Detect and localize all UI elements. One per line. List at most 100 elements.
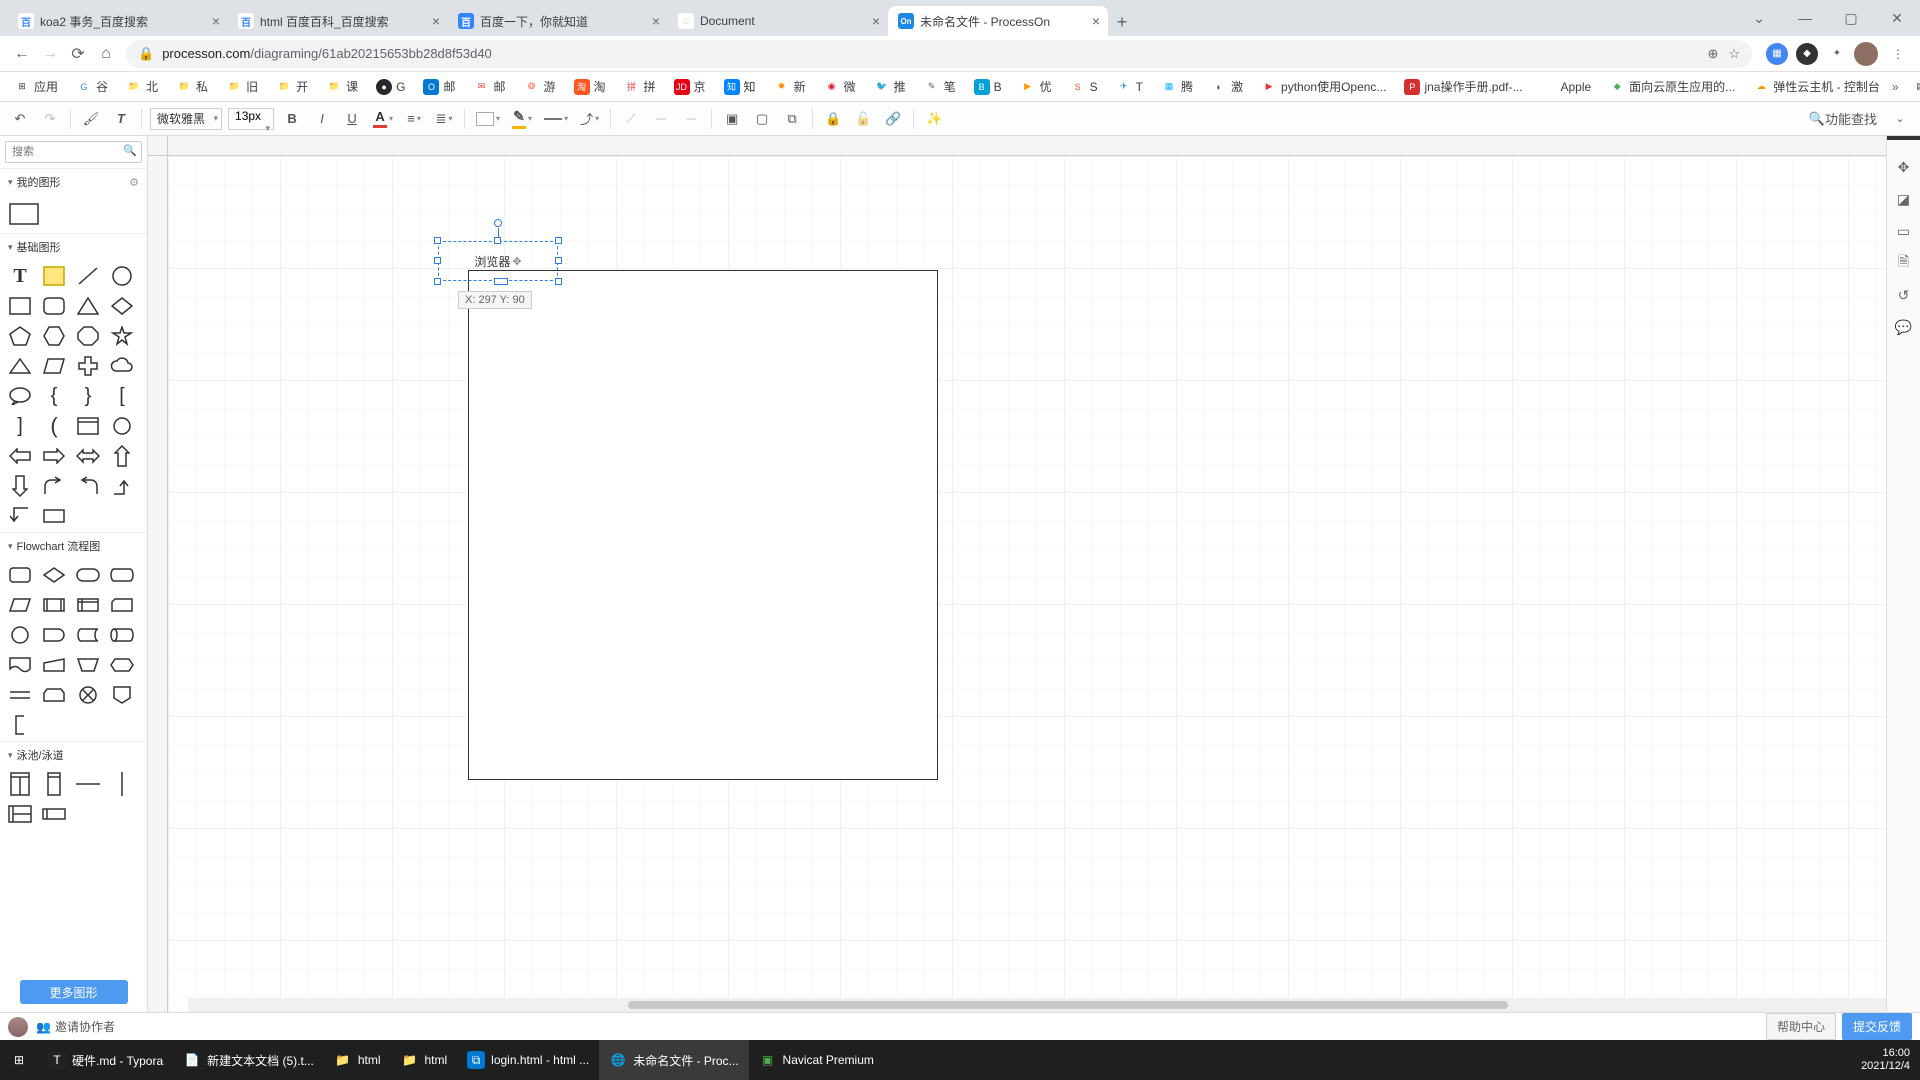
shape-merge[interactable] bbox=[6, 683, 34, 707]
browser-tab[interactable]: 百html 百度百科_百度搜索× bbox=[228, 6, 448, 36]
bookmark-folder[interactable]: 📁课 bbox=[320, 76, 364, 97]
shape-rounded-rect[interactable] bbox=[40, 294, 68, 318]
font-size-select[interactable]: 13px bbox=[228, 108, 274, 130]
clear-format-button[interactable]: T bbox=[109, 107, 133, 131]
bookmark-item[interactable]: ◆面向云原生应用的... bbox=[1603, 76, 1741, 97]
history-icon[interactable]: ↺ bbox=[1893, 284, 1915, 306]
shape-terminator[interactable] bbox=[74, 563, 102, 587]
shape-cylinder-h[interactable] bbox=[108, 414, 136, 438]
forward-button[interactable]: → bbox=[36, 40, 64, 68]
extensions-menu-icon[interactable]: ✦ bbox=[1826, 43, 1848, 65]
shape-container[interactable] bbox=[74, 414, 102, 438]
shape-pool-h[interactable] bbox=[6, 802, 34, 826]
shape-single-rect[interactable] bbox=[40, 504, 68, 528]
shape-pentagon[interactable] bbox=[6, 324, 34, 348]
arrow-end-button[interactable]: ─ bbox=[679, 107, 703, 131]
shape-decision[interactable] bbox=[40, 563, 68, 587]
shape-lane-h[interactable] bbox=[40, 802, 68, 826]
bookmark-folder[interactable]: 📁私 bbox=[170, 76, 214, 97]
group-button[interactable]: ⧉ bbox=[780, 107, 804, 131]
bookmark-folder[interactable]: 📁旧 bbox=[220, 76, 264, 97]
bookmark-item[interactable]: 知知 bbox=[718, 76, 762, 97]
shape-arrow-up[interactable] bbox=[108, 444, 136, 468]
shape-arrow-down[interactable] bbox=[6, 474, 34, 498]
collapse-toolbar-icon[interactable]: ⌄ bbox=[1888, 107, 1912, 131]
comment-icon[interactable]: 💬 bbox=[1893, 316, 1915, 338]
shape-brace-left[interactable]: { bbox=[40, 384, 68, 408]
shape-summing[interactable] bbox=[74, 683, 102, 707]
extension-icon[interactable]: ▦ bbox=[1766, 43, 1788, 65]
close-window-button[interactable]: ✕ bbox=[1874, 0, 1920, 36]
shape-process[interactable] bbox=[6, 563, 34, 587]
shape-pool-v[interactable] bbox=[6, 772, 34, 796]
shape-delay[interactable] bbox=[40, 623, 68, 647]
profile-avatar[interactable] bbox=[1854, 42, 1878, 66]
taskbar-item-active[interactable]: 🌐未命名文件 - Proc... bbox=[599, 1040, 748, 1080]
shape-octagon[interactable] bbox=[74, 324, 102, 348]
shape-diamond[interactable] bbox=[108, 294, 136, 318]
horizontal-scrollbar[interactable] bbox=[188, 998, 1886, 1012]
new-tab-button[interactable]: + bbox=[1108, 8, 1136, 36]
shape-sep-h[interactable] bbox=[74, 772, 102, 796]
connector-style-button[interactable]: ⤴ bbox=[577, 107, 602, 131]
shape-hexagon[interactable] bbox=[40, 324, 68, 348]
shape-document[interactable] bbox=[6, 653, 34, 677]
reload-button[interactable]: ⟳ bbox=[64, 40, 92, 68]
start-button[interactable]: ⊞ bbox=[0, 1040, 38, 1080]
bookmark-star-icon[interactable]: ☆ bbox=[1728, 46, 1740, 62]
bookmark-item[interactable]: 🐦推 bbox=[868, 76, 912, 97]
smart-find-button[interactable]: 🔍 功能查找 bbox=[1806, 107, 1880, 131]
bookmark-item[interactable]: G谷 bbox=[70, 76, 114, 97]
shape-lane-v[interactable] bbox=[40, 772, 68, 796]
shape-connector[interactable] bbox=[6, 623, 34, 647]
bookmark-item[interactable]: ✎笔 bbox=[918, 76, 962, 97]
bookmark-item[interactable]: 淘淘 bbox=[568, 76, 612, 97]
close-icon[interactable]: × bbox=[872, 13, 880, 29]
shape-bracket-right[interactable]: ] bbox=[6, 414, 34, 438]
bookmark-item[interactable]: ▶python使用Openc... bbox=[1255, 76, 1392, 97]
shape-rectangle[interactable] bbox=[468, 270, 938, 780]
font-color-button[interactable]: A bbox=[370, 107, 396, 131]
bookmark-folder[interactable]: 📁开 bbox=[270, 76, 314, 97]
close-icon[interactable]: × bbox=[1092, 13, 1100, 29]
unlock-button[interactable]: 🔓 bbox=[851, 107, 875, 131]
ruler-vertical[interactable] bbox=[148, 156, 168, 1012]
category-my-shapes[interactable]: 我的图形⚙ bbox=[0, 168, 147, 195]
shape-arrow-both[interactable] bbox=[74, 444, 102, 468]
bookmark-item[interactable]: Pjna操作手册.pdf-... bbox=[1398, 76, 1528, 97]
bookmark-item[interactable]: ✈T bbox=[1110, 77, 1149, 97]
bookmark-item[interactable]: SS bbox=[1064, 77, 1104, 97]
system-clock[interactable]: 16:00 2021/12/4 bbox=[1851, 1047, 1920, 1073]
ruler-horizontal[interactable] bbox=[168, 136, 1886, 156]
shape-predefined[interactable] bbox=[40, 593, 68, 617]
shape-sep-v[interactable] bbox=[108, 772, 136, 796]
shape-internal-storage[interactable] bbox=[74, 593, 102, 617]
shape-arrow-right[interactable] bbox=[40, 444, 68, 468]
style-icon[interactable]: ▭ bbox=[1893, 220, 1915, 242]
to-front-button[interactable]: ▣ bbox=[720, 107, 744, 131]
taskbar-item[interactable]: 📁html bbox=[390, 1040, 457, 1080]
shape-trapezoid[interactable] bbox=[6, 354, 34, 378]
taskbar-item[interactable]: ⧉login.html - html ... bbox=[457, 1040, 599, 1080]
shape-circle[interactable] bbox=[108, 264, 136, 288]
bookmark-item[interactable]: ☁弹性云主机 - 控制台 bbox=[1747, 76, 1886, 97]
reading-list-button[interactable]: ▤阅读清单 bbox=[1907, 76, 1920, 97]
connector-type-button[interactable]: ⟋ bbox=[619, 107, 643, 131]
category-basic-shapes[interactable]: 基础图形 bbox=[0, 233, 147, 260]
browser-tab[interactable]: ◌Document× bbox=[668, 6, 888, 36]
link-button[interactable]: 🔗 bbox=[881, 107, 905, 131]
kebab-menu-icon[interactable]: ⋮ bbox=[1884, 47, 1912, 61]
feedback-button[interactable]: 提交反馈 bbox=[1842, 1013, 1912, 1040]
shape-card[interactable] bbox=[108, 593, 136, 617]
shape-callout[interactable] bbox=[6, 384, 34, 408]
home-button[interactable]: ⌂ bbox=[92, 40, 120, 68]
browser-tab-active[interactable]: On未命名文件 - ProcessOn× bbox=[888, 6, 1108, 36]
taskbar-item[interactable]: T硬件.md - Typora bbox=[38, 1040, 173, 1080]
gear-icon[interactable]: ⚙ bbox=[129, 176, 139, 189]
shape-custom-rect[interactable] bbox=[6, 199, 42, 229]
shape-line[interactable] bbox=[74, 264, 102, 288]
selected-shape[interactable]: 浏览器✥ bbox=[438, 241, 558, 281]
shape-arrow-corner-up[interactable] bbox=[108, 474, 136, 498]
arrow-start-button[interactable]: ─ bbox=[649, 107, 673, 131]
bookmark-item[interactable]: Apple bbox=[1534, 77, 1597, 97]
